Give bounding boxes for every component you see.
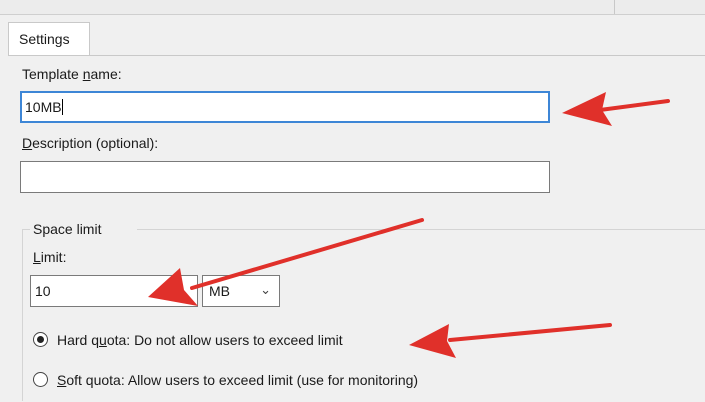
arrow-to-template-name xyxy=(562,92,670,126)
annotation-arrows xyxy=(148,92,670,358)
arrow-to-hard-quota xyxy=(409,323,612,358)
arrow-to-limit-input xyxy=(148,218,424,306)
